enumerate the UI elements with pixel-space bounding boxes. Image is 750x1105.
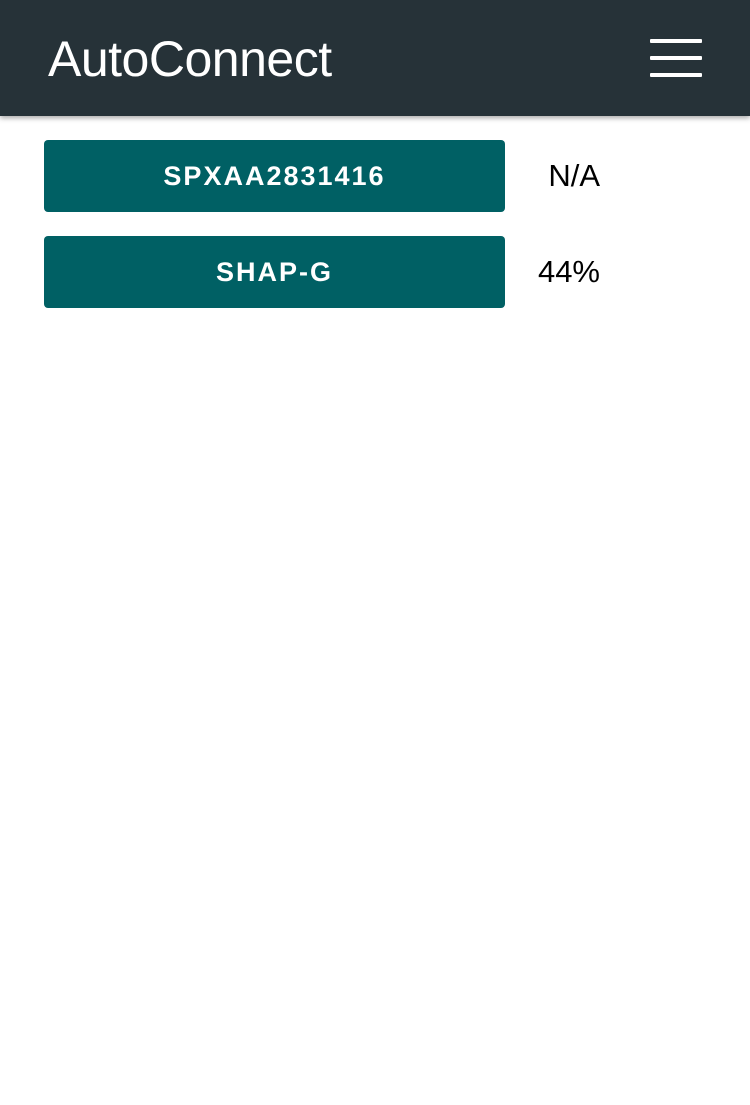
signal-strength: 44% <box>537 254 600 289</box>
ssid-button-spxaa2831416[interactable]: SPXAA2831416 <box>44 140 505 212</box>
access-point-list: SPXAA2831416 N/A SHAP-G 44% <box>0 140 750 332</box>
ssid-button-shap-g[interactable]: SHAP-G <box>44 236 505 308</box>
menu-bar <box>650 56 702 60</box>
list-item: SHAP-G 44% <box>0 236 750 308</box>
list-item: SPXAA2831416 N/A <box>0 140 750 212</box>
menu-bar <box>650 39 702 43</box>
hamburger-menu-icon[interactable] <box>646 36 706 80</box>
signal-strength: N/A <box>548 158 600 193</box>
menu-bar <box>650 73 702 77</box>
app-title: AutoConnect <box>48 31 332 87</box>
app-header: AutoConnect <box>0 0 750 116</box>
